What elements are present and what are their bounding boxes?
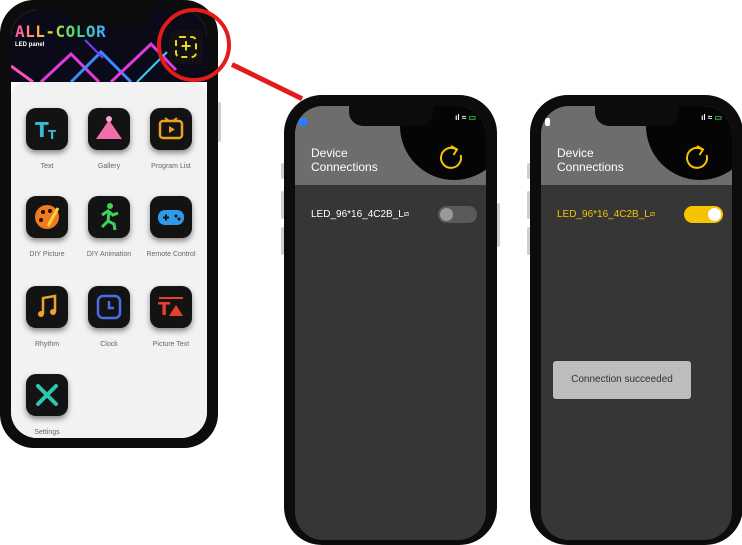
device-name: LED_96*16_4C2B_L — [311, 209, 404, 220]
wrench-screwdriver-icon — [26, 374, 68, 416]
app-label: Text — [40, 163, 54, 170]
app-program-list[interactable]: Program List — [140, 108, 202, 170]
wifi-icon: ≈ — [707, 113, 713, 122]
wifi-icon: ≈ — [461, 113, 467, 122]
app-grid: TT Text Gallery Program List DIY Picture… — [11, 82, 207, 438]
app-label: DIY Animation — [86, 251, 132, 258]
app-diy-animation[interactable]: DIY Animation — [78, 196, 140, 258]
music-note-icon — [26, 286, 68, 328]
app-label: Remote Control — [146, 251, 196, 258]
edit-icon[interactable]: ⧄ — [404, 209, 409, 218]
status-bar: ıl ≈ ▭ — [455, 113, 476, 122]
volume-down-button — [527, 227, 530, 255]
status-bar: ıl ≈ ▭ — [701, 113, 722, 122]
gamepad-icon — [150, 196, 192, 238]
edit-icon[interactable]: ⧄ — [650, 209, 655, 218]
app-diy-picture[interactable]: DIY Picture — [16, 196, 78, 258]
volume-down-button — [281, 227, 284, 255]
signal-icon: ıl — [455, 113, 460, 122]
phone-connections-on: ıl ≈ ▭ Device Connections LED_96*16_4C2B… — [527, 95, 742, 545]
title-line-2: Connections — [557, 160, 624, 174]
highlight-circle — [157, 8, 231, 82]
app-remote-control[interactable]: Remote Control — [140, 196, 202, 258]
app-settings[interactable]: Settings — [16, 374, 78, 436]
app-label: Picture Text — [152, 341, 190, 348]
mute-switch — [281, 163, 284, 179]
app-gallery[interactable]: Gallery — [78, 108, 140, 170]
device-name: LED_96*16_4C2B_L — [557, 209, 650, 220]
app-rhythm[interactable]: Rhythm — [16, 286, 78, 348]
app-subtitle: LED panel — [15, 42, 45, 48]
connections-screen: ıl ≈ ▭ Device Connections LED_96*16_4C2B… — [295, 106, 486, 540]
refresh-icon[interactable] — [436, 142, 466, 172]
connection-toast: Connection succeeded — [553, 361, 691, 399]
app-label: Gallery — [97, 163, 121, 170]
connection-toggle[interactable] — [438, 206, 477, 223]
connections-screen: ıl ≈ ▭ Device Connections LED_96*16_4C2B… — [541, 106, 732, 540]
volume-up-button — [281, 191, 284, 219]
phone-connections-off: ıl ≈ ▭ Device Connections LED_96*16_4C2B… — [281, 95, 500, 545]
power-button — [218, 102, 221, 142]
title-line-1: Device — [311, 146, 348, 160]
signal-icon: ıl — [701, 113, 706, 122]
app-label: Rhythm — [34, 341, 60, 348]
tv-icon — [150, 108, 192, 150]
app-logo: ALL-COLOR — [15, 22, 107, 41]
battery-icon: ▭ — [714, 113, 722, 122]
page-title: Device Connections — [557, 146, 624, 174]
app-label: Clock — [100, 341, 118, 348]
mute-switch — [527, 163, 530, 179]
mountain-icon — [88, 108, 130, 150]
app-picture-text[interactable]: T Picture Text — [140, 286, 202, 348]
notch — [595, 106, 679, 126]
running-figure-icon — [88, 196, 130, 238]
connections-header: ıl ≈ ▭ Device Connections — [295, 106, 486, 185]
battery-icon: ▭ — [468, 113, 476, 122]
device-row[interactable]: LED_96*16_4C2B_L⧄ — [557, 209, 655, 220]
back-indicator — [545, 118, 550, 126]
svg-text:T: T — [35, 118, 49, 142]
app-label: Program List — [151, 163, 191, 170]
page-title: Device Connections — [311, 146, 378, 174]
power-button — [497, 203, 500, 247]
app-text[interactable]: TT Text — [16, 108, 78, 170]
toggle-knob — [708, 208, 721, 221]
refresh-icon[interactable] — [682, 142, 712, 172]
clock-icon — [88, 286, 130, 328]
app-clock[interactable]: Clock — [78, 286, 140, 348]
app-label: Settings — [34, 429, 60, 436]
svg-text:T: T — [48, 128, 57, 142]
text-size-icon: TT — [26, 108, 68, 150]
app-label: DIY Picture — [29, 251, 65, 258]
title-line-2: Connections — [311, 160, 378, 174]
notch — [349, 106, 433, 126]
toggle-knob — [440, 208, 453, 221]
svg-text:T: T — [158, 299, 171, 320]
picture-text-icon: T — [150, 286, 192, 328]
palette-icon — [26, 196, 68, 238]
connection-toggle[interactable] — [684, 206, 723, 223]
connections-header: ıl ≈ ▭ Device Connections — [541, 106, 732, 185]
highlight-pointer-line — [230, 62, 304, 101]
title-line-1: Device — [557, 146, 594, 160]
location-icon — [299, 118, 307, 126]
device-row[interactable]: LED_96*16_4C2B_L⧄ — [311, 209, 409, 220]
volume-up-button — [527, 191, 530, 219]
